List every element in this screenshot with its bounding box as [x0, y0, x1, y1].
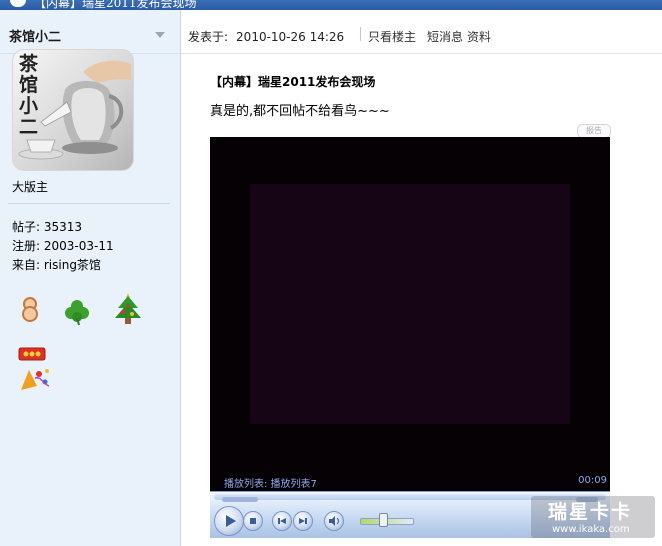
user-from: 来自: rising茶馆	[12, 258, 101, 272]
profile-link[interactable]: 资料	[467, 28, 491, 45]
video-screen[interactable]	[250, 184, 570, 424]
media-player[interactable]: 播放列表: 播放列表7 00:09	[210, 137, 610, 491]
watermark-url: www.ikaka.com	[552, 524, 630, 535]
report-button[interactable]: 报告	[577, 124, 611, 138]
stop-button[interactable]	[243, 511, 263, 531]
watermark-title: 瑞星卡卡	[548, 501, 633, 523]
teapot-icon	[18, 60, 131, 160]
christmas-tree-icon	[115, 293, 141, 324]
post-body: 真是的,都不回帖不给看鸟~~~	[210, 104, 390, 119]
chevron-down-icon[interactable]	[155, 32, 165, 38]
seek-left-cap	[222, 497, 258, 502]
party-medal-icon	[21, 369, 50, 390]
speaker-icon	[329, 516, 339, 526]
post-header: 发表于: 2010-10-26 14:26 只看楼主 短消息 资料	[181, 10, 662, 54]
time-display: 00:09	[578, 475, 607, 486]
mute-button[interactable]	[324, 511, 344, 531]
post-count: 帖子: 35313	[12, 220, 83, 234]
header-separator	[360, 27, 361, 41]
user-rank: 大版主	[12, 180, 49, 194]
previous-icon	[278, 518, 286, 524]
playlist-label: 播放列表: 播放列表7	[224, 479, 317, 490]
previous-button[interactable]	[272, 511, 292, 531]
play-button[interactable]	[214, 506, 244, 536]
clover-icon	[65, 300, 89, 326]
post-title: 【内幕】瑞星2011发布会现场	[210, 75, 376, 89]
register-date: 注册: 2003-03-11	[12, 239, 114, 253]
posted-time: 2010-10-26 14:26	[236, 30, 345, 44]
avatar[interactable]: 茶馆小二	[12, 49, 134, 171]
forum-logo-icon	[10, 0, 26, 7]
thread-title-bar: 【内幕】瑞星2011发布会现场	[34, 0, 197, 10]
crown-medal-icon	[18, 347, 46, 361]
user-header: 茶馆小二	[0, 10, 180, 54]
only-author-link[interactable]: 只看楼主	[368, 28, 416, 45]
sidebar-divider	[8, 203, 170, 204]
username[interactable]: 茶馆小二	[9, 26, 61, 45]
play-icon	[226, 515, 236, 527]
next-icon	[299, 518, 307, 524]
medal-8-icon	[22, 297, 38, 322]
title-strip: 【内幕】瑞星2011发布会现场	[0, 0, 662, 10]
stop-icon	[250, 518, 256, 524]
message-link[interactable]: 短消息	[427, 28, 463, 45]
next-button[interactable]	[293, 511, 313, 531]
posted-label: 发表于:	[188, 30, 229, 44]
post-meta: 发表于: 2010-10-26 14:26	[188, 28, 344, 45]
volume-knob[interactable]	[379, 513, 388, 527]
